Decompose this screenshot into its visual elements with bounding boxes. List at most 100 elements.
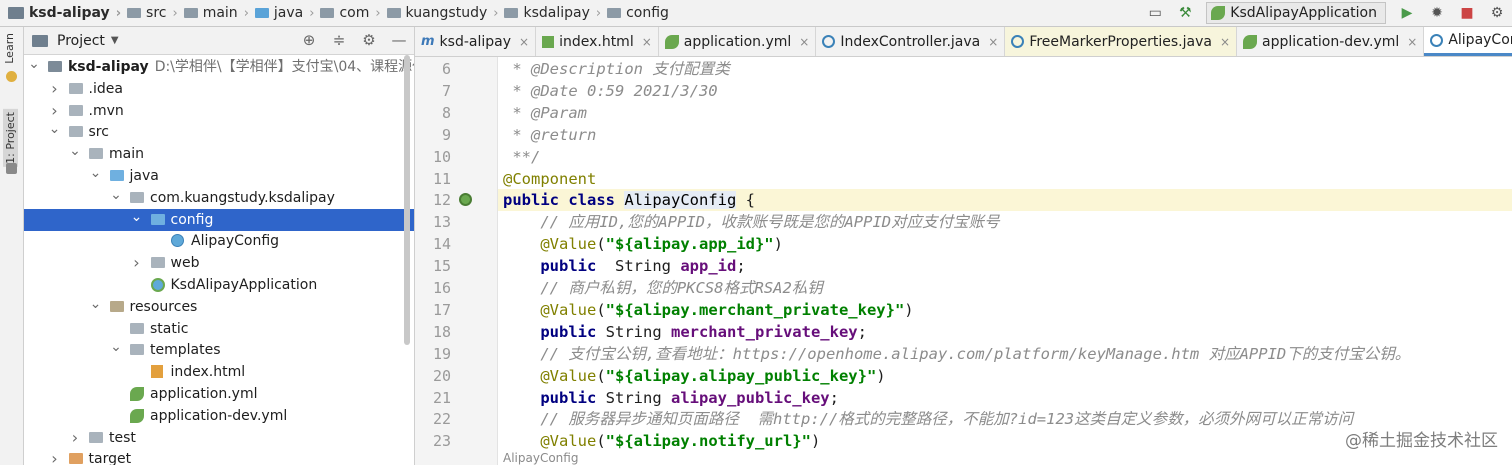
code-line[interactable]: **/ — [503, 146, 540, 168]
code-line[interactable]: * @Date 0:59 2021/3/30 — [503, 80, 717, 102]
breadcrumb-item[interactable]: ksdalipay › — [504, 5, 607, 21]
chevron-down-icon[interactable]: ⌄ — [28, 53, 40, 75]
tab-application-dev-yml[interactable]: application-dev.yml × — [1237, 27, 1425, 56]
close-icon[interactable]: × — [799, 35, 809, 49]
chevron-down-icon[interactable]: ⌄ — [90, 293, 102, 315]
chevron-right-icon[interactable]: › — [131, 252, 143, 274]
tree-node-ksd-alipay[interactable]: ⌄ ksd-alipay D:\学相伴\【学相伴】支付宝\04、课程源代码 — [24, 56, 414, 78]
code-line[interactable]: // 商户私钥，您的PKCS8格式RSA2私钥 — [503, 277, 822, 299]
close-icon[interactable]: × — [988, 35, 998, 49]
tab-index-html[interactable]: index.html × — [536, 27, 659, 56]
code-token: public — [540, 322, 597, 341]
chevron-down-icon[interactable]: ⌄ — [49, 118, 61, 140]
locate-icon[interactable]: ⊕ — [300, 31, 318, 49]
gear-icon[interactable]: ⚙ — [360, 31, 378, 49]
stop-icon[interactable]: ■ — [1458, 4, 1476, 22]
tree-node-application-yml[interactable]: application.yml — [24, 383, 414, 405]
tree-node-application-dev-yml[interactable]: application-dev.yml — [24, 405, 414, 427]
chevron-right-icon[interactable]: › — [49, 78, 61, 100]
breadcrumb-item[interactable]: java › — [254, 5, 321, 21]
code-line[interactable]: public String alipay_public_key; — [503, 387, 839, 409]
learn-tool-tab[interactable]: Learn — [3, 33, 16, 64]
code-line[interactable]: @Component — [503, 168, 596, 190]
breadcrumb-item[interactable]: kuangstudy › — [386, 5, 505, 21]
tree-node-static[interactable]: static — [24, 318, 414, 340]
tree-node-mvn[interactable]: › .mvn — [24, 100, 414, 122]
tab-alipayconfig-java[interactable]: AlipayConfig.java× — [1424, 27, 1512, 56]
tree-node-com-kuangstudy-ksdalipay[interactable]: ⌄ com.kuangstudy.ksdalipay — [24, 187, 414, 209]
code-line[interactable]: // 服务器异步通知页面路径 需http://格式的完整路径，不能加?id=12… — [503, 408, 1353, 430]
tab-ksd-alipay[interactable]: m ksd-alipay × — [415, 27, 537, 56]
tree-node-src[interactable]: ⌄ src — [24, 121, 414, 143]
code-line[interactable]: @Value("${alipay.merchant_private_key}") — [503, 299, 913, 321]
breadcrumb-item[interactable]: ksd-alipay › — [8, 5, 127, 21]
tree-node-test[interactable]: › test — [24, 427, 414, 449]
tree-node-templates[interactable]: ⌄ templates — [24, 339, 414, 361]
run-configuration-selector[interactable]: KsdAlipayApplication — [1206, 2, 1386, 24]
chevron-right-icon[interactable]: › — [49, 448, 61, 465]
code-line[interactable]: @Value("${alipay.notify_url}") — [503, 430, 820, 452]
line-number: 15 — [432, 257, 451, 276]
debug-icon[interactable]: ✹ — [1428, 4, 1446, 22]
run-icon[interactable]: ▶ — [1398, 4, 1416, 22]
breadcrumb-item[interactable]: main › — [183, 5, 255, 21]
spring-bean-gutter-icon[interactable] — [459, 193, 472, 207]
tab-application-yml[interactable]: application.yml × — [658, 27, 817, 56]
tree-node-resources[interactable]: ⌄ resources — [24, 296, 414, 318]
tree-node-alipayconfig[interactable]: AlipayConfig — [24, 230, 414, 252]
project-panel-title[interactable]: Project — [57, 33, 105, 49]
folder-icon — [127, 8, 142, 18]
code-editor[interactable]: 6 7 8 9 10 11 12 13 14 15 16 17 18 19 20 21 22 23 * @Desc… — [415, 57, 1512, 465]
tab-freemarkerproperties-java[interactable]: FreeMarkerProperties.java × — [1005, 27, 1238, 56]
tree-node-config[interactable]: ⌄ config — [24, 206, 414, 231]
code-line[interactable]: * @Description 支付配置类 — [503, 58, 729, 80]
code-line[interactable]: public String app_id; — [503, 255, 745, 277]
breadcrumb-item[interactable]: src › — [127, 5, 184, 21]
tree-node-ksdalipayapplication[interactable]: KsdAlipayApplication — [24, 274, 414, 296]
collapse-all-icon[interactable]: ≑ — [330, 31, 348, 49]
chevron-down-icon[interactable]: ▼ — [111, 35, 119, 46]
tree-node-label: com.kuangstudy.ksdalipay — [150, 189, 335, 206]
tree-node-java[interactable]: ⌄ java — [24, 165, 414, 187]
tab-indexcontroller-java[interactable]: IndexController.java × — [816, 27, 1006, 56]
project-structure-icon[interactable]: ▭ — [1146, 4, 1164, 22]
close-icon[interactable]: × — [642, 35, 652, 49]
tree-node-target[interactable]: › target — [24, 448, 414, 465]
tree-node-idea[interactable]: › .idea — [24, 78, 414, 100]
tree-node-label: src — [88, 124, 109, 141]
close-icon[interactable]: × — [1220, 35, 1230, 49]
tree-node-main[interactable]: ⌄ main — [24, 143, 414, 165]
build-hammer-icon[interactable]: ⚒ — [1176, 4, 1194, 22]
code-line[interactable]: public String merchant_private_key; — [503, 321, 867, 343]
chevron-down-icon[interactable]: ⌄ — [110, 336, 122, 358]
code-line[interactable]: * @Param — [503, 102, 587, 124]
code-token: public — [540, 388, 597, 407]
project-icon — [8, 7, 24, 19]
code-token: "${alipay.notify_url}" — [605, 432, 811, 451]
chevron-right-icon[interactable]: › — [69, 427, 81, 449]
code-token: String — [596, 257, 681, 276]
close-icon[interactable]: × — [519, 35, 529, 49]
close-icon[interactable]: × — [1407, 35, 1417, 49]
breadcrumb-item[interactable]: config — [607, 5, 669, 21]
chevron-down-icon[interactable]: ⌄ — [131, 206, 143, 228]
code-line[interactable]: public class AlipayConfig { — [498, 189, 1512, 212]
code-line[interactable]: // 应用ID,您的APPID，收款账号既是您的APPID对应支付宝账号 — [503, 211, 999, 233]
chevron-down-icon[interactable]: ⌄ — [90, 162, 102, 184]
editor-footer-breadcrumb[interactable]: AlipayConfig — [503, 451, 578, 465]
breadcrumb-item[interactable]: com › — [320, 5, 386, 21]
code-line[interactable]: * @return — [503, 124, 596, 146]
chevron-down-icon[interactable]: ⌄ — [69, 140, 81, 162]
project-panel: Project ▼ ⊕ ≑ ⚙ — ⌄ ksd-alipay D:\学相伴\【学相伴… — [24, 27, 415, 465]
tree-node-index-html[interactable]: index.html — [24, 361, 414, 383]
code-line[interactable]: @Value("${alipay.app_id}") — [503, 233, 783, 255]
code-line[interactable]: // 支付宝公钥,查看地址：https://openhome.alipay.co… — [503, 343, 1410, 365]
chevron-down-icon[interactable]: ⌄ — [110, 184, 122, 206]
html-icon — [542, 35, 555, 48]
project-scrollbar[interactable] — [404, 55, 410, 345]
code-line[interactable]: @Value("${alipay.alipay_public_key}") — [503, 365, 885, 387]
tree-node-web[interactable]: › web — [24, 252, 414, 274]
hide-panel-icon[interactable]: — — [390, 31, 408, 49]
settings-icon[interactable]: ⚙ — [1488, 4, 1506, 22]
project-tool-tab[interactable]: 1: Project — [3, 109, 18, 167]
